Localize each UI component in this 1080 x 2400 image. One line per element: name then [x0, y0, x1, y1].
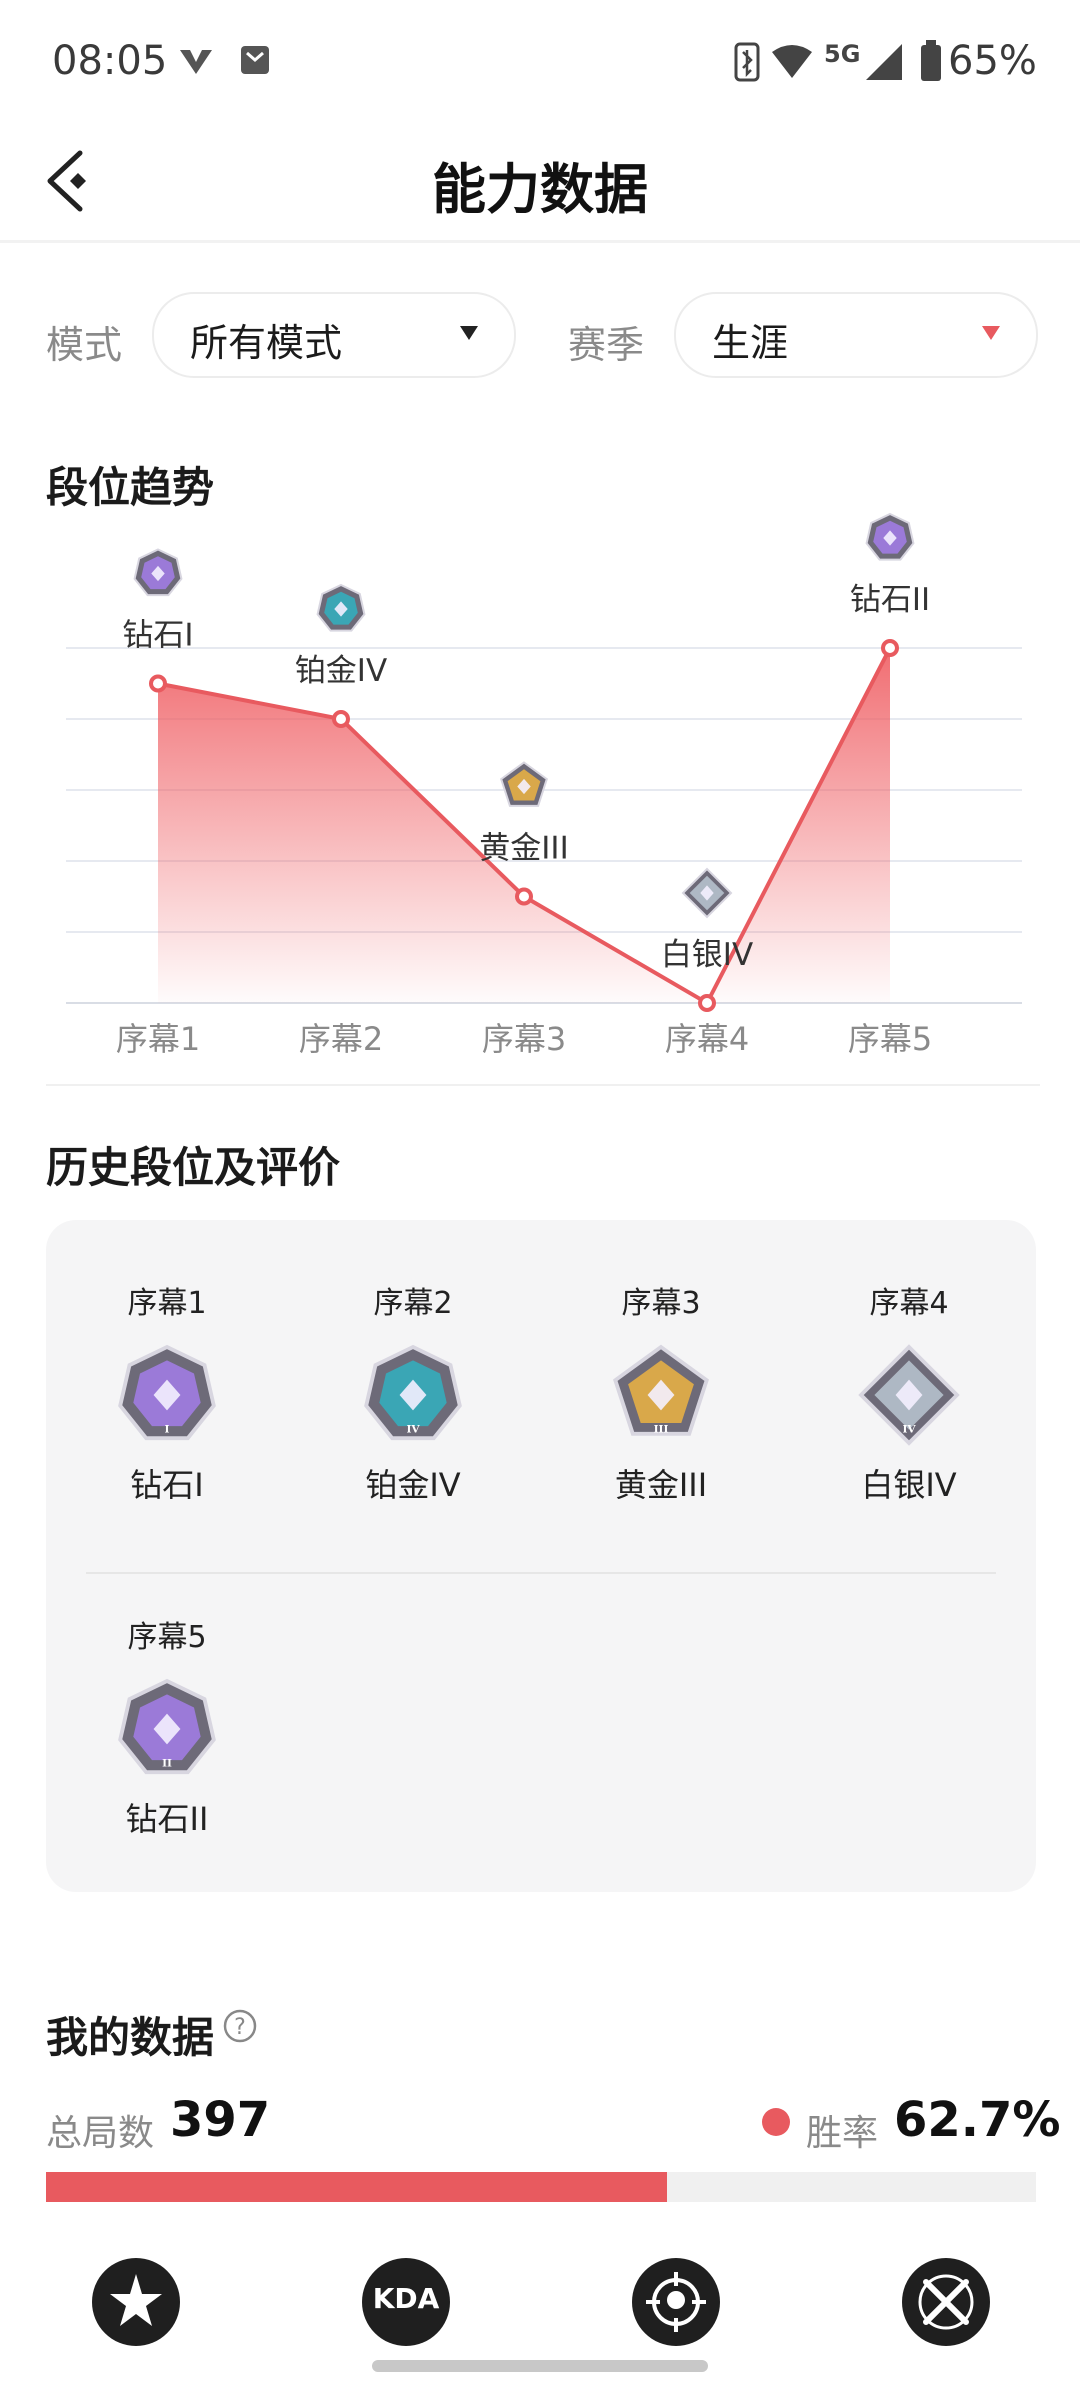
star-badge-icon — [110, 2274, 162, 2326]
badge-shape: I — [118, 1344, 216, 1441]
point-rank-label: 钻石I — [122, 618, 193, 654]
badge-shape: IV — [858, 1344, 960, 1446]
crosshair-skull-icon — [646, 2272, 706, 2332]
rank-badge-icon — [133, 548, 183, 597]
season-select[interactable]: 生涯 — [674, 292, 1038, 378]
history-rank-label: 铂金IV — [365, 1466, 461, 1504]
season-label: 赛季 — [568, 323, 645, 367]
data-point — [698, 994, 716, 1012]
page-title: 能力数据 — [432, 158, 648, 221]
nav-target-button[interactable] — [632, 2258, 720, 2346]
rank-badge-icon: II — [118, 1678, 216, 1775]
rank-badge-icon: I — [118, 1344, 216, 1441]
history-item[interactable]: 序幕3 III 黄金III — [576, 1278, 746, 1506]
app-logo-icon — [180, 50, 212, 74]
history-item[interactable]: 序幕4 IV 白银IV — [824, 1278, 994, 1506]
wifi-icon — [772, 45, 812, 78]
nav-kda-button[interactable]: KDA — [362, 2258, 450, 2346]
x-tick-label: 序幕2 — [299, 1020, 383, 1058]
season-select-value: 生涯 — [712, 321, 789, 365]
history-rank-label: 黄金III — [614, 1466, 708, 1504]
svg-text:IV: IV — [902, 1423, 916, 1435]
chevron-down-icon — [460, 326, 478, 340]
network-type: 5G — [824, 40, 861, 68]
rank-badge-icon: IV — [858, 1344, 960, 1446]
history-rank-label: 钻石II — [125, 1800, 209, 1838]
x-tick-label: 序幕3 — [482, 1020, 566, 1058]
card-divider — [86, 1572, 996, 1574]
history-season-label: 序幕3 — [621, 1286, 701, 1321]
svg-text:?: ? — [234, 2015, 246, 2040]
winrate-bar — [46, 2172, 1036, 2202]
x-tick-label: 序幕1 — [116, 1020, 200, 1058]
mode-select-value: 所有模式 — [190, 321, 343, 365]
nav-other-button[interactable] — [902, 2258, 990, 2346]
x-tick-label: 序幕4 — [665, 1020, 749, 1058]
total-games-value: 397 — [170, 2092, 271, 2148]
svg-text:II: II — [162, 1757, 172, 1769]
home-indicator[interactable] — [372, 2360, 708, 2372]
history-item[interactable]: 序幕5 II 钻石II — [82, 1612, 252, 1840]
winrate-value: 62.7% — [894, 2092, 1061, 2148]
mode-label: 模式 — [46, 323, 123, 367]
chevron-down-icon — [982, 326, 1000, 340]
svg-text:III: III — [654, 1423, 669, 1435]
kda-label: KDA — [372, 2282, 440, 2315]
header-divider — [0, 240, 1080, 243]
rank-badge-icon — [316, 583, 366, 632]
status-time: 08:05 — [52, 38, 168, 84]
history-item[interactable]: 序幕2 IV 铂金IV — [328, 1278, 498, 1506]
data-point — [881, 639, 899, 657]
winrate-bar-fill — [46, 2172, 667, 2202]
data-point — [332, 710, 350, 728]
trend-area — [158, 648, 890, 1003]
rank-badge-icon: III — [613, 1344, 709, 1436]
my-data-title: 我的数据 — [46, 2013, 215, 2062]
status-bar: 08:05 5G 65% — [0, 0, 1080, 120]
help-icon[interactable]: ? — [222, 2008, 258, 2044]
rank-badge-icon — [865, 512, 915, 561]
history-rank-label: 钻石I — [130, 1466, 204, 1504]
history-rank-label: 白银IV — [861, 1466, 957, 1504]
mode-select[interactable]: 所有模式 — [152, 292, 516, 378]
point-rank-label: 钻石II — [850, 582, 930, 618]
bluetooth-icon — [734, 42, 760, 82]
swords-icon — [918, 2274, 974, 2330]
badge-shape: III — [613, 1344, 709, 1436]
point-rank-label: 黄金III — [479, 831, 568, 867]
nav-rank-button[interactable] — [92, 2258, 180, 2346]
history-season-label: 序幕2 — [373, 1286, 453, 1321]
rank-badge-icon: IV — [364, 1344, 462, 1441]
rank-badge-icon — [500, 761, 548, 807]
history-card: 序幕1 I 钻石I 序幕2 IV 铂金IV 序幕3 III 黄金III 序幕4 IV 白银IV 序幕5 I… — [46, 1220, 1036, 1892]
svg-text:IV: IV — [406, 1423, 420, 1435]
total-games-label: 总局数 — [46, 2113, 155, 2154]
data-point — [515, 887, 533, 906]
battery-icon — [921, 40, 941, 81]
history-item[interactable]: 序幕1 I 钻石I — [82, 1278, 252, 1506]
message-icon — [241, 46, 269, 74]
data-point — [149, 674, 167, 693]
point-rank-label: 铂金IV — [295, 653, 387, 689]
rank-trend-chart: 钻石I 铂金IV 黄金III 白银IV 钻石II 序幕1 序幕2 序幕3 序幕4 序幕5 — [66, 512, 1022, 1058]
rank-badge-icon — [681, 867, 733, 919]
winrate-label: 胜率 — [806, 2113, 879, 2154]
section-divider — [46, 1084, 1040, 1086]
history-section-title: 历史段位及评价 — [46, 1143, 341, 1192]
x-tick-label: 序幕5 — [848, 1020, 932, 1058]
history-season-label: 序幕1 — [127, 1286, 207, 1321]
history-season-label: 序幕4 — [869, 1286, 949, 1321]
winrate-dot-icon — [762, 2108, 790, 2136]
point-rank-label: 白银IV — [661, 937, 753, 973]
history-season-label: 序幕5 — [127, 1620, 207, 1655]
battery-percent: 65% — [948, 38, 1037, 84]
signal-icon — [866, 44, 902, 80]
badge-shape: II — [118, 1678, 216, 1775]
badge-shape: IV — [364, 1344, 462, 1441]
svg-text:I: I — [165, 1423, 170, 1435]
